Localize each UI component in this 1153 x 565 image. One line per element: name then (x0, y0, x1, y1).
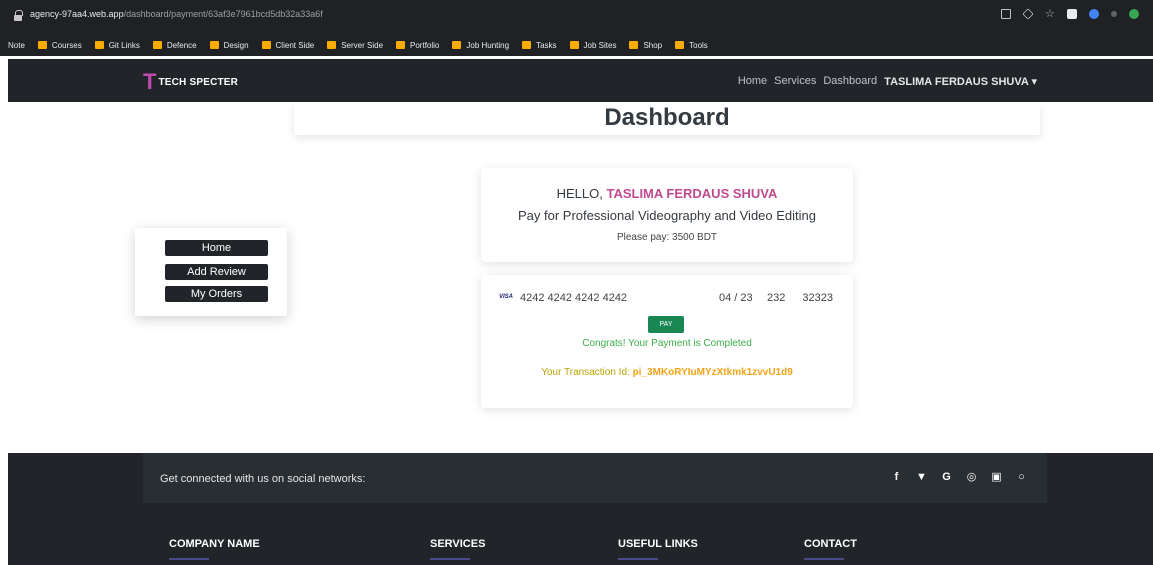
bookmark-item[interactable]: Job Hunting (452, 41, 509, 50)
instagram-icon[interactable]: ◎ (966, 471, 977, 484)
folder-icon (675, 41, 685, 49)
social-icons: f ▼ G ◎ ▣ ○ (891, 471, 1027, 484)
bookmark-item[interactable]: Git Links (94, 41, 140, 50)
service-description: Pay for Professional Videography and Vid… (518, 208, 816, 223)
share-icon[interactable] (1022, 8, 1034, 20)
lock-icon (14, 10, 23, 21)
transaction-id-line: Your Transaction Id: pi_3MKoRYIuMYzXtkmk… (541, 367, 793, 378)
bookmark-item[interactable]: Courses (37, 41, 82, 50)
star-icon[interactable]: ☆ (1045, 9, 1055, 20)
browser-toolbar-icons: ☆ (1001, 8, 1139, 20)
card-input[interactable]: VISA 4242 4242 4242 4242 04 / 23 232 323… (499, 292, 833, 306)
pay-button[interactable]: PAY (648, 316, 684, 333)
address-bar[interactable]: agency-97aa4.web.app/dashboard/payment/6… (8, 7, 1153, 25)
url-text[interactable]: agency-97aa4.web.app/dashboard/payment/6… (30, 9, 323, 19)
nav-dashboard-link[interactable]: Dashboard (823, 75, 877, 88)
footer-services-heading: SERVICES (430, 538, 486, 560)
greeting: HELLO, TASLIMA FERDAUS SHUVA (556, 186, 778, 201)
google-icon[interactable]: G (941, 471, 952, 484)
page-title-bar: Dashboard (294, 102, 1040, 135)
folder-icon (94, 41, 104, 49)
folder-icon (327, 41, 337, 49)
payment-card: VISA 4242 4242 4242 4242 04 / 23 232 323… (481, 275, 853, 408)
logo-letter: T (143, 69, 157, 94)
bookmark-item[interactable]: Tasks (522, 41, 557, 50)
bookmark-item[interactable]: Note (8, 41, 25, 50)
card-number-field[interactable]: 4242 4242 4242 4242 (520, 292, 627, 304)
extension-icon[interactable] (1089, 9, 1099, 19)
facebook-icon[interactable]: f (891, 471, 902, 484)
folder-icon (396, 41, 406, 49)
bookmark-item[interactable]: Client Side (261, 41, 314, 50)
nav-services-link[interactable]: Services (774, 75, 816, 88)
nav-links: Home Services Dashboard TASLIMA FERDAUS … (738, 75, 1037, 88)
bookmarks-bar: Note Courses Git Links Defence Design Cl… (8, 38, 708, 52)
bookmark-item[interactable]: Design (209, 41, 249, 50)
bookmark-item[interactable]: Job Sites (569, 41, 616, 50)
folder-icon (152, 41, 162, 49)
github-icon[interactable]: ○ (1016, 471, 1027, 484)
card-zip-field[interactable]: 32323 (802, 292, 833, 304)
bookmark-item[interactable]: Portfolio (396, 41, 439, 50)
sidebar-home-button[interactable]: Home (165, 240, 268, 256)
bookmark-item[interactable]: Shop (629, 41, 662, 50)
nav-home-link[interactable]: Home (738, 75, 767, 88)
site-navbar: T TECH SPECTER Home Services Dashboard T… (8, 59, 1153, 102)
brand-name: TECH SPECTER (158, 76, 239, 88)
order-summary-card: HELLO, TASLIMA FERDAUS SHUVA Pay for Pro… (481, 168, 853, 262)
amount-due: Please pay: 3500 BDT (616, 232, 718, 243)
linkedin-icon[interactable]: ▣ (991, 471, 1002, 484)
bookmark-item[interactable]: Tools (675, 41, 708, 50)
folder-icon (37, 41, 47, 49)
payment-success-message: Congrats! Your Payment is Completed (582, 338, 752, 349)
folder-icon (452, 41, 462, 49)
footer-company-heading: COMPANY NAME (169, 538, 260, 560)
social-bar: Get connected with us on social networks… (143, 453, 1047, 503)
footer-useful-links-heading: USEFUL LINKS (618, 538, 698, 560)
folder-icon (522, 41, 532, 49)
card-cvc-field[interactable]: 232 (767, 292, 785, 304)
sidebar-my-orders-button[interactable]: My Orders (165, 286, 268, 302)
browser-chrome: agency-97aa4.web.app/dashboard/payment/6… (0, 0, 1153, 56)
transaction-id: pi_3MKoRYIuMYzXtkmk1zvvU1d9 (632, 367, 793, 378)
extension-icon[interactable] (1129, 9, 1139, 19)
customer-name: TASLIMA FERDAUS SHUVA (606, 186, 778, 201)
dashboard-sidebar: Home Add Review My Orders (135, 228, 287, 316)
bookmark-item[interactable]: Defence (152, 41, 197, 50)
user-menu[interactable]: TASLIMA FERDAUS SHUVA ▾ (884, 75, 1037, 88)
twitter-icon[interactable]: ▼ (916, 471, 927, 484)
user-name: TASLIMA FERDAUS SHUVA (884, 76, 1029, 88)
bookmark-item[interactable]: Server Side (327, 41, 383, 50)
page-title: Dashboard (604, 104, 730, 131)
tab-search-icon[interactable] (1001, 9, 1011, 19)
folder-icon (261, 41, 271, 49)
caret-down-icon: ▾ (1031, 76, 1037, 88)
sidebar-add-review-button[interactable]: Add Review (165, 264, 268, 280)
extension-icon[interactable] (1067, 9, 1077, 19)
folder-icon (569, 41, 579, 49)
folder-icon (209, 41, 219, 49)
brand-logo[interactable]: T TECH SPECTER (143, 69, 239, 94)
visa-icon: VISA (499, 294, 514, 300)
site-footer: Get connected with us on social networks… (8, 453, 1153, 565)
social-text: Get connected with us on social networks… (160, 473, 366, 485)
extension-icon[interactable] (1111, 11, 1117, 17)
folder-icon (629, 41, 639, 49)
card-expiry-field[interactable]: 04 / 23 (719, 292, 753, 304)
footer-contact-heading: CONTACT (804, 538, 857, 560)
